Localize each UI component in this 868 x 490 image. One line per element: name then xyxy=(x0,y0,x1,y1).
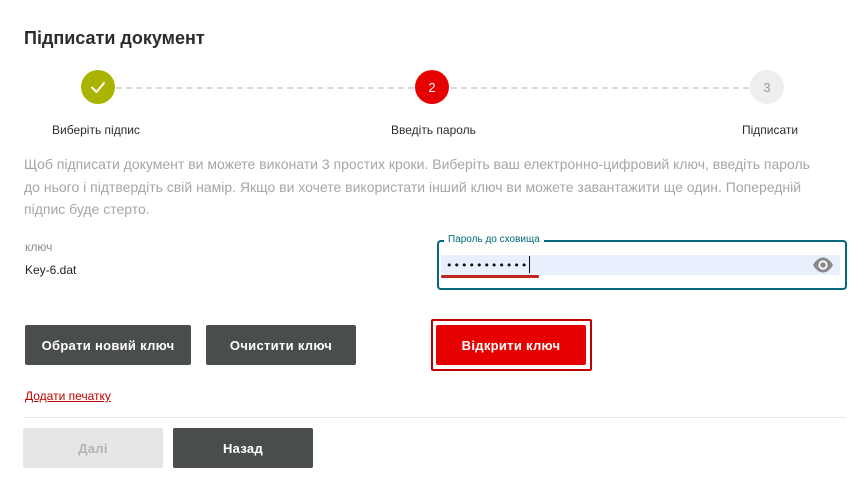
step-2-indicator: 2 xyxy=(415,70,449,104)
step-1-label: Виберіть підпис xyxy=(52,123,140,137)
spellcheck-underline xyxy=(441,275,539,278)
step-1-indicator xyxy=(81,70,115,104)
step-3-indicator: 3 xyxy=(750,70,784,104)
password-field-label: Пароль до сховища xyxy=(444,234,544,245)
open-key-button[interactable]: Відкрити ключ xyxy=(436,325,586,365)
password-input[interactable] xyxy=(446,255,806,275)
divider xyxy=(24,417,846,418)
next-button[interactable]: Далі xyxy=(23,428,163,468)
instructions-text: Щоб підписати документ ви можете виконат… xyxy=(24,156,810,217)
back-button[interactable]: Назад xyxy=(173,428,313,468)
page-title: Підписати документ xyxy=(24,28,205,48)
eye-icon[interactable] xyxy=(812,256,834,274)
text-caret xyxy=(529,256,530,273)
add-stamp-link[interactable]: Додати печатку xyxy=(25,389,111,403)
step-connector xyxy=(451,87,749,89)
key-filename: Key-6.dat xyxy=(25,263,77,277)
stepper: 2 3 Виберіть підпис Введіть пароль Підпи… xyxy=(0,68,868,140)
step-connector xyxy=(116,87,414,89)
clear-key-button[interactable]: Очистити ключ xyxy=(206,325,356,365)
choose-new-key-button[interactable]: Обрати новий ключ xyxy=(25,325,191,365)
step-2-label: Введіть пароль xyxy=(391,123,476,137)
key-label: ключ xyxy=(25,240,53,254)
step-3-label: Підписати xyxy=(742,123,799,137)
check-icon xyxy=(91,82,105,93)
